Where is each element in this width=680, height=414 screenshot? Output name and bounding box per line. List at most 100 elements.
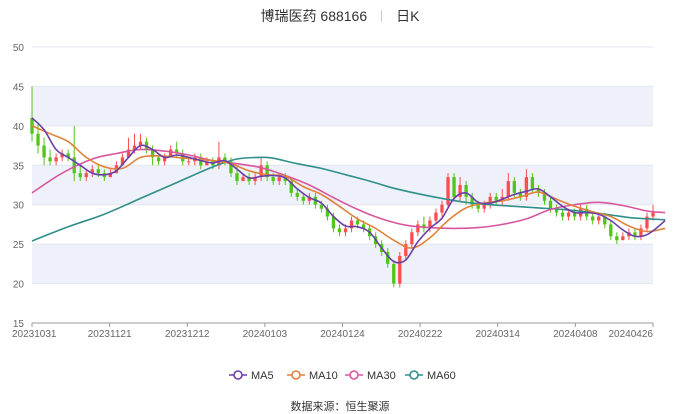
candle [633, 228, 637, 241]
legend-label: MA10 [309, 370, 338, 382]
x-axis: 20231031 20231121 20231212 20240103 20240124… [12, 322, 654, 340]
candle-body [464, 185, 468, 197]
x-tick-label: 20231031 [12, 329, 57, 340]
candle-body [615, 236, 619, 241]
x-tick-label: 20240314 [476, 329, 521, 340]
candle-body [434, 212, 438, 221]
x-tick-label: 20231121 [88, 329, 132, 340]
candle-body [54, 157, 58, 162]
candle-body [651, 212, 655, 217]
candle [349, 216, 354, 233]
candle-body [277, 177, 281, 182]
legend-swatch-marker [349, 370, 359, 380]
candle-body [301, 196, 305, 201]
candle-body [96, 169, 100, 174]
candle [615, 232, 619, 245]
legend-swatch-marker [409, 370, 419, 380]
candle [398, 252, 402, 288]
plot-band [32, 86, 653, 126]
candle-body [235, 173, 239, 182]
legend-swatch-marker [291, 370, 301, 380]
kline-chart: 1520253035404550 20231031 20231121 2023121… [12, 43, 666, 382]
candle-body [494, 196, 498, 201]
candle-body [416, 224, 420, 233]
x-tick-label: 20240222 [398, 329, 443, 340]
candle [138, 133, 143, 150]
candle-body [241, 177, 245, 182]
candle-body [609, 224, 613, 237]
candle-body [355, 220, 360, 225]
y-tick-label: 50 [13, 43, 25, 54]
plot-band [32, 165, 653, 205]
candle [126, 137, 131, 158]
candle-body [271, 177, 275, 182]
legend-item-ma60[interactable]: MA60 [405, 370, 456, 382]
plot-band [32, 244, 653, 284]
x-tick-label: 20240408 [553, 329, 598, 340]
legend-item-ma5[interactable]: MA5 [229, 370, 274, 382]
candle-body [156, 157, 161, 162]
x-tick-label: 20240103 [243, 329, 288, 340]
candle-body [319, 204, 324, 209]
legend-label: MA5 [251, 370, 274, 382]
y-tick-label: 35 [13, 161, 25, 172]
candle-body [337, 228, 342, 233]
candle-body [36, 133, 40, 146]
candle [645, 212, 649, 233]
candle [639, 224, 643, 241]
y-tick-label: 40 [13, 122, 25, 133]
y-tick-label: 20 [13, 280, 25, 291]
candle-body [440, 204, 444, 213]
candle [392, 259, 396, 288]
candle-body [392, 263, 396, 284]
candle-body [512, 181, 516, 193]
candle-body [597, 216, 601, 221]
y-axis-labels: 1520253035404550 [13, 43, 25, 330]
candle [621, 232, 625, 241]
candle [609, 220, 613, 241]
candle [42, 137, 46, 166]
candle-body [560, 212, 565, 217]
candle-body [452, 177, 456, 197]
candle-body [548, 200, 553, 209]
candle [416, 220, 420, 237]
candle [54, 153, 58, 166]
legend-swatch-marker [233, 370, 243, 380]
legend-item-ma10[interactable]: MA10 [287, 370, 338, 382]
candle-body [343, 228, 348, 233]
legend-item-ma30[interactable]: MA30 [345, 370, 396, 382]
candle-body [48, 157, 52, 162]
candle-body [410, 232, 414, 245]
y-tick-label: 30 [13, 201, 25, 212]
legend: MA5 MA10 MA30 MA60 [229, 370, 456, 382]
candle [560, 208, 565, 221]
y-tick-label: 45 [13, 82, 25, 93]
candle-body [506, 181, 510, 197]
x-tick-label: 20240124 [320, 329, 365, 340]
candle [337, 224, 342, 237]
candle-body [566, 212, 571, 217]
candle-body [295, 192, 299, 197]
candle-body [621, 236, 625, 241]
candle [554, 204, 559, 217]
candle [591, 212, 595, 225]
legend-label: MA30 [367, 370, 396, 382]
candle-body [398, 255, 402, 284]
candle-body [591, 216, 595, 221]
chart-root: 博瑞医药 688166 日K 15 20 25 30 35 40 45 50 20231031 2… [0, 0, 680, 413]
legend-label: MA60 [427, 370, 456, 382]
plot-bands [32, 86, 653, 284]
candle-body [482, 204, 486, 209]
candle [446, 173, 450, 209]
candle [66, 149, 70, 162]
candle-body [78, 173, 82, 178]
candle-body [187, 161, 191, 163]
candle [36, 121, 40, 154]
candle-body [446, 177, 450, 205]
candle-body [84, 173, 88, 178]
candle-body [530, 177, 535, 189]
candle [48, 149, 52, 166]
candle-body [42, 145, 46, 158]
x-tick-label: 20231212 [165, 329, 210, 340]
data-source: 数据来源：恒生聚源 [290, 401, 390, 413]
